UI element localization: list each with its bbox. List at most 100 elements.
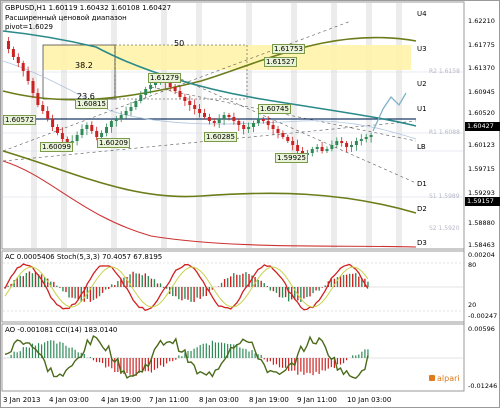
candle-body: [21, 63, 25, 71]
candle-body: [95, 131, 99, 137]
price-label: 1.61279: [148, 73, 181, 83]
fib-label-38: 38.2: [75, 61, 93, 70]
candle-body: [359, 139, 363, 141]
faint-level-label: S1 1.5989: [429, 193, 460, 200]
watermark-text: alpari: [437, 374, 460, 383]
candle-body: [340, 141, 344, 143]
price-scale-tick: 1.60945: [468, 88, 495, 96]
candle-body: [90, 125, 94, 131]
candle-body: [7, 41, 10, 49]
candle-body: [26, 71, 30, 81]
candle-body: [11, 49, 15, 57]
ao-panel[interactable]: [1, 323, 465, 392]
candle-body: [286, 137, 290, 141]
price-scale-tick: 1.61775: [468, 41, 495, 49]
price-scale-tick: 1.60123: [468, 141, 495, 149]
level-label: LB: [417, 143, 426, 151]
current-price-marker: 1.60427: [465, 122, 500, 131]
price-label: 1.59925: [275, 153, 308, 163]
candle-body: [168, 83, 172, 87]
fib-label-50: 50: [174, 39, 185, 48]
price-label: 1.60285: [204, 132, 237, 142]
level-label: U3: [417, 45, 427, 53]
candle-body: [237, 121, 241, 125]
candle-body: [56, 127, 59, 133]
candle-body: [266, 121, 270, 125]
price-label: 1.60815: [75, 99, 108, 109]
candle-body: [60, 133, 64, 139]
alpari-watermark: alpari: [429, 374, 460, 383]
ohlc-values: 1.60119 1.60432 1.60108 1.60427: [48, 4, 172, 12]
candle-body: [276, 129, 280, 133]
price-scale-tick: 1.58880: [468, 219, 495, 227]
alpari-logo-icon: [429, 375, 435, 381]
price-scale-tick: 1.60520: [468, 109, 495, 117]
candle-body: [80, 129, 84, 135]
candle-body: [51, 119, 55, 127]
candle-body: [75, 135, 79, 141]
candle-body: [271, 125, 275, 129]
candle-body: [144, 89, 148, 95]
candle-body: [178, 91, 182, 97]
candle-body: [345, 143, 349, 147]
ao-panel-title: AO -0.001081 CCI(14) 183.0140: [5, 326, 118, 334]
level-label: D3: [417, 239, 427, 247]
candle-body: [325, 149, 329, 151]
price-label: 1.61527: [264, 57, 297, 67]
candle-body: [119, 115, 123, 119]
ac-panel-title: AC 0.0005406 Stoch(5,3,3) 70.4057 67.819…: [5, 253, 163, 261]
candle-body: [350, 145, 353, 147]
candle-body: [252, 123, 255, 127]
ao-scale-tick: 0.00596: [468, 325, 495, 333]
candle-body: [354, 141, 358, 145]
candle-body: [188, 101, 192, 105]
time-axis-label: 3 Jan 2013: [3, 396, 41, 404]
candle-body: [124, 111, 128, 115]
ac-panel[interactable]: [1, 250, 465, 323]
level-label: D1: [417, 180, 427, 188]
candle-body: [261, 119, 265, 121]
faint-level-label: R2 1.6158: [429, 68, 460, 75]
candle-body: [369, 135, 373, 137]
price-scale-tick: 1.59293: [468, 189, 495, 197]
candle-body: [222, 115, 226, 119]
candle-body: [203, 113, 206, 117]
candle-body: [183, 97, 187, 101]
candle-body: [85, 125, 89, 129]
price-label: 1.60209: [97, 138, 130, 148]
ao-scale-tick: -0.01246: [468, 382, 498, 390]
candle-body: [100, 133, 104, 137]
price-scale-tick: 1.61370: [468, 64, 495, 72]
candle-body: [227, 115, 231, 117]
candle-body: [256, 119, 260, 123]
ac-scale-tick: -0.00247: [468, 312, 498, 320]
price-scale-tick: 1.62210: [468, 17, 495, 25]
symbol-label: GBPUSD,H1: [5, 4, 47, 12]
low-price-marker: 1.59157: [465, 197, 500, 206]
time-axis-label: 4 Jan 03:00: [49, 396, 89, 404]
time-axis-label: 4 Jan 19:00: [101, 396, 141, 404]
indicator-title: Расширенный ценовой диапазон: [5, 14, 127, 22]
price-scale-tick: 1.59715: [468, 165, 495, 173]
candle-body: [217, 119, 221, 123]
time-axis-label: 8 Jan 19:00: [249, 396, 289, 404]
level-label: U1: [417, 105, 427, 113]
candle-body: [149, 85, 153, 89]
candle-body: [31, 81, 35, 93]
faint-level-label: R1 1.6088: [429, 129, 460, 136]
indicator-pivot: pivot=1.6029: [5, 23, 53, 31]
candle-body: [335, 141, 339, 145]
candle-body: [330, 145, 334, 149]
faint-level-label: S2 1.5920: [429, 225, 460, 232]
symbol-header: GBPUSD,H1 1.60119 1.60432 1.60108 1.6042…: [5, 4, 171, 12]
candle-body: [36, 93, 40, 105]
time-axis-label: 8 Jan 03:00: [199, 396, 239, 404]
candle-body: [364, 137, 368, 139]
time-axis-label: 9 Jan 11:00: [297, 396, 337, 404]
price-label: 1.60745: [258, 104, 291, 114]
price-scale-tick: 1.58463: [468, 241, 495, 249]
candle-body: [105, 127, 108, 133]
candle-body: [242, 125, 246, 129]
candle-body: [232, 117, 236, 121]
ac-scale-tick: 80: [468, 261, 477, 269]
